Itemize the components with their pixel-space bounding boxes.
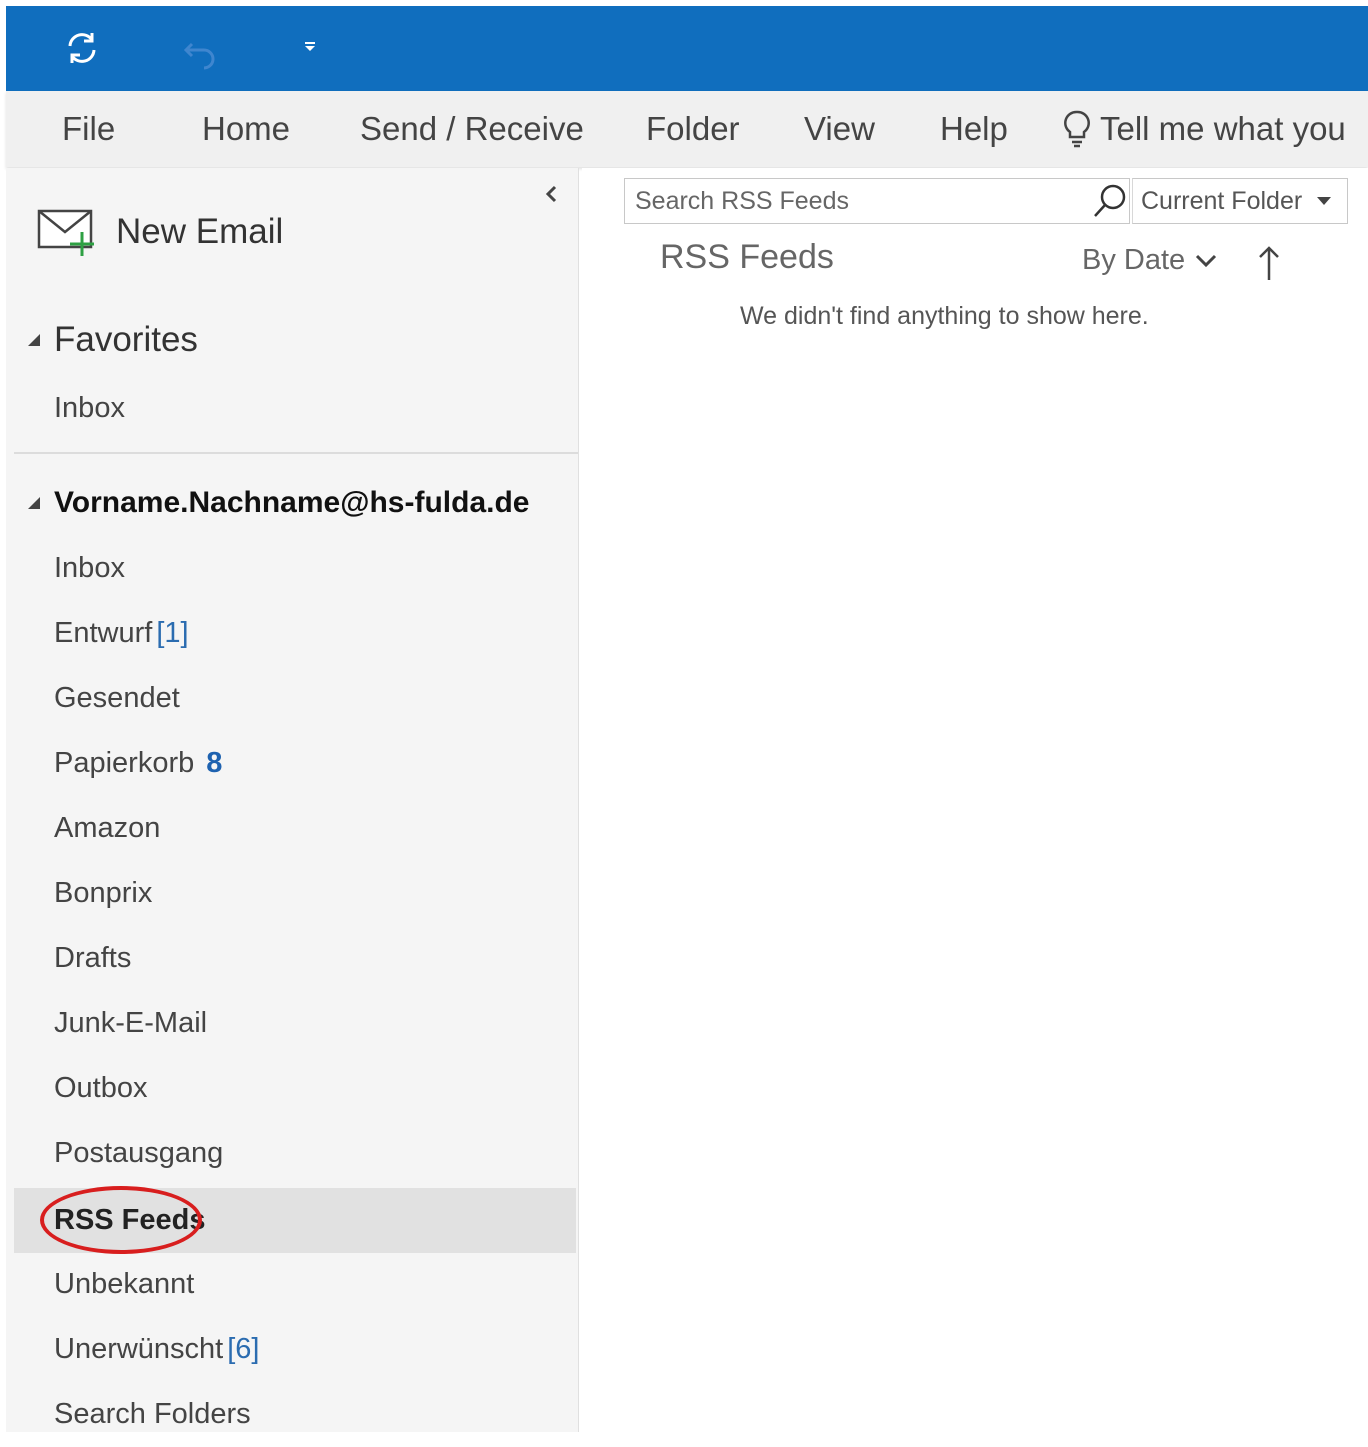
folder-label: Bonprix bbox=[54, 877, 153, 909]
folder-bonprix[interactable]: Bonprix bbox=[14, 861, 576, 926]
folder-label: Inbox bbox=[54, 392, 125, 424]
new-email-button[interactable]: New Email bbox=[36, 206, 283, 258]
folder-label: Drafts bbox=[54, 942, 132, 974]
folder-search-folders[interactable]: Search Folders bbox=[14, 1382, 576, 1447]
account-label: Vorname.Nachname@hs-fulda.de bbox=[54, 486, 530, 519]
folder-unbekannt[interactable]: Unbekannt bbox=[14, 1252, 576, 1317]
folder-label: Amazon bbox=[54, 812, 161, 844]
account-header[interactable]: Vorname.Nachname@hs-fulda.de bbox=[28, 486, 529, 520]
tab-help[interactable]: Help bbox=[940, 91, 1008, 167]
folder-label: Papierkorb bbox=[54, 747, 195, 779]
folder-pane: New Email Favorites Inbox Vorname.Nachna… bbox=[6, 168, 579, 1432]
unread-count: [6] bbox=[227, 1333, 260, 1365]
chevron-left-icon[interactable] bbox=[542, 182, 566, 206]
folder-label: RSS Feeds bbox=[54, 1204, 206, 1236]
folder-label: Junk-E-Mail bbox=[54, 1007, 208, 1039]
lightbulb-icon bbox=[1062, 109, 1092, 149]
tab-home[interactable]: Home bbox=[202, 91, 290, 167]
title-bar bbox=[6, 6, 1368, 91]
sort-dropdown[interactable]: By Date bbox=[1082, 244, 1217, 277]
sort-direction-icon[interactable] bbox=[1254, 244, 1284, 287]
folder-rss-feeds[interactable]: RSS Feeds bbox=[14, 1188, 576, 1253]
sort-label: By Date bbox=[1082, 244, 1186, 276]
folder-label: Postausgang bbox=[54, 1137, 224, 1169]
folder-postausgang[interactable]: Postausgang bbox=[14, 1121, 576, 1186]
unread-count: [1] bbox=[156, 617, 189, 649]
folder-label: Inbox bbox=[54, 552, 125, 584]
folder-label: Outbox bbox=[54, 1072, 148, 1104]
favorite-item-inbox[interactable]: Inbox bbox=[14, 376, 576, 441]
folder-gesendet[interactable]: Gesendet bbox=[14, 666, 576, 731]
sync-icon[interactable] bbox=[60, 26, 104, 70]
tell-me-search[interactable]: Tell me what you bbox=[1062, 91, 1346, 167]
folder-amazon[interactable]: Amazon bbox=[14, 796, 576, 861]
search-icon[interactable] bbox=[1089, 181, 1129, 221]
search-input[interactable] bbox=[633, 185, 1065, 217]
collapse-triangle-icon bbox=[28, 334, 40, 346]
collapse-triangle-icon bbox=[28, 497, 40, 509]
chevron-down-icon bbox=[1316, 196, 1332, 206]
customize-quick-access-icon[interactable] bbox=[298, 34, 322, 58]
folder-inbox[interactable]: Inbox bbox=[14, 536, 576, 601]
search-scope-label: Current Folder bbox=[1141, 186, 1303, 215]
folder-label: Entwurf bbox=[54, 617, 153, 649]
folder-outbox[interactable]: Outbox bbox=[14, 1056, 576, 1121]
section-divider bbox=[14, 452, 578, 454]
folder-label: Search Folders bbox=[54, 1398, 251, 1430]
tab-folder[interactable]: Folder bbox=[646, 91, 740, 167]
folder-label: Unbekannt bbox=[54, 1268, 195, 1300]
new-email-label: New Email bbox=[116, 212, 284, 251]
folder-junk-e-mail[interactable]: Junk-E-Mail bbox=[14, 991, 576, 1056]
search-box bbox=[624, 178, 1130, 224]
undo-icon[interactable] bbox=[178, 28, 222, 72]
folder-unerwunscht[interactable]: Unerwünscht [6] bbox=[14, 1317, 576, 1382]
tell-me-label: Tell me what you bbox=[1100, 110, 1346, 147]
message-list-pane: Current Folder RSS Feeds By Date We didn… bbox=[582, 168, 1368, 1432]
tab-file[interactable]: File bbox=[62, 91, 115, 167]
ribbon-tabs: File Home Send / Receive Folder View Hel… bbox=[6, 91, 1368, 167]
folder-entwurf[interactable]: Entwurf [1] bbox=[14, 601, 576, 666]
empty-state-message: We didn't find anything to show here. bbox=[740, 302, 1149, 330]
new-email-icon bbox=[36, 206, 96, 258]
folder-drafts[interactable]: Drafts bbox=[14, 926, 576, 991]
list-title: RSS Feeds bbox=[660, 238, 834, 276]
chevron-down-icon bbox=[1195, 253, 1217, 269]
tab-send-receive[interactable]: Send / Receive bbox=[360, 91, 584, 167]
favorites-label: Favorites bbox=[54, 320, 198, 359]
folder-papierkorb[interactable]: Papierkorb 8 bbox=[14, 731, 576, 796]
favorites-header[interactable]: Favorites bbox=[28, 320, 198, 360]
tab-view[interactable]: View bbox=[804, 91, 875, 167]
unread-count: 8 bbox=[206, 747, 223, 779]
search-scope-dropdown[interactable]: Current Folder bbox=[1132, 178, 1348, 224]
folder-label: Gesendet bbox=[54, 682, 180, 714]
folder-label: Unerwünscht bbox=[54, 1333, 224, 1365]
